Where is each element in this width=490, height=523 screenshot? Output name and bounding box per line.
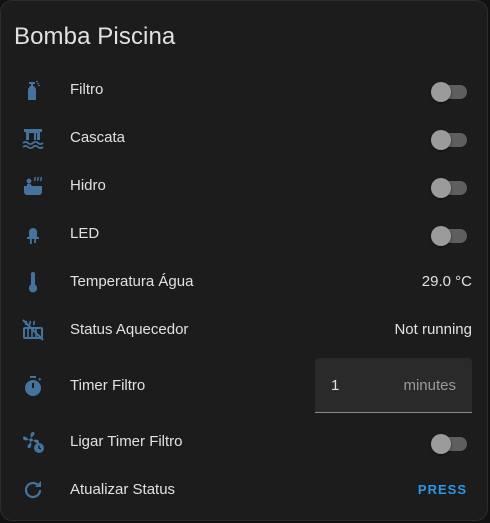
fan-clock-icon [20,429,46,455]
entity-label: Cascata [70,129,126,146]
thermometer-icon [20,269,46,295]
entity-label: Ligar Timer Filtro [70,433,183,450]
entity-label: Atualizar Status [70,481,176,498]
press-button[interactable]: PRESS [418,482,467,497]
entity-row-hidro[interactable]: Hidro [1,165,487,205]
entity-row-status-aquecedor[interactable]: Status Aquecedor Not running [1,309,487,349]
toggle-thumb [431,178,451,198]
entity-row-led[interactable]: LED [1,213,487,253]
entity-row-atualizar-status[interactable]: Atualizar Status PRESS [1,469,487,509]
entity-label: Hidro [70,177,106,194]
hot-tub-icon [20,173,46,199]
led-toggle[interactable] [431,225,467,246]
toggle-thumb [431,130,451,150]
temperature-value: 29.0 °C [421,273,472,290]
hidro-toggle[interactable] [431,177,467,198]
number-input-value[interactable]: 1 [331,377,339,394]
entity-label: Filtro [70,81,104,98]
entity-label: Status Aquecedor [70,321,189,338]
entity-label: LED [70,225,100,242]
card-title: Bomba Piscina [14,23,176,50]
timer-icon [20,373,46,399]
spray-bottle-icon [20,77,46,103]
entity-row-temperatura[interactable]: Temperatura Água 29.0 °C [1,261,487,301]
entity-label: Timer Filtro [70,377,146,394]
entity-row-filtro[interactable]: Filtro [1,69,487,109]
number-input-unit: minutes [403,377,456,394]
toggle-thumb [431,434,451,454]
timer-filtro-number-input[interactable]: 1 minutes [315,358,472,413]
heater-status-value: Not running [394,321,472,338]
cascata-toggle[interactable] [431,129,467,150]
filtro-toggle[interactable] [431,81,467,102]
led-icon [20,221,46,247]
toggle-thumb [431,226,451,246]
heater-off-icon [20,317,46,343]
refresh-icon [20,477,46,503]
waterfall-icon [20,125,46,151]
toggle-thumb [431,82,451,102]
entity-row-cascata[interactable]: Cascata [1,117,487,157]
ligar-timer-toggle[interactable] [431,433,467,454]
entities-card: Bomba Piscina Filtro Cascata Hidro LED T… [0,0,488,521]
entity-row-ligar-timer[interactable]: Ligar Timer Filtro [1,421,487,461]
entity-label: Temperatura Água [70,273,194,290]
